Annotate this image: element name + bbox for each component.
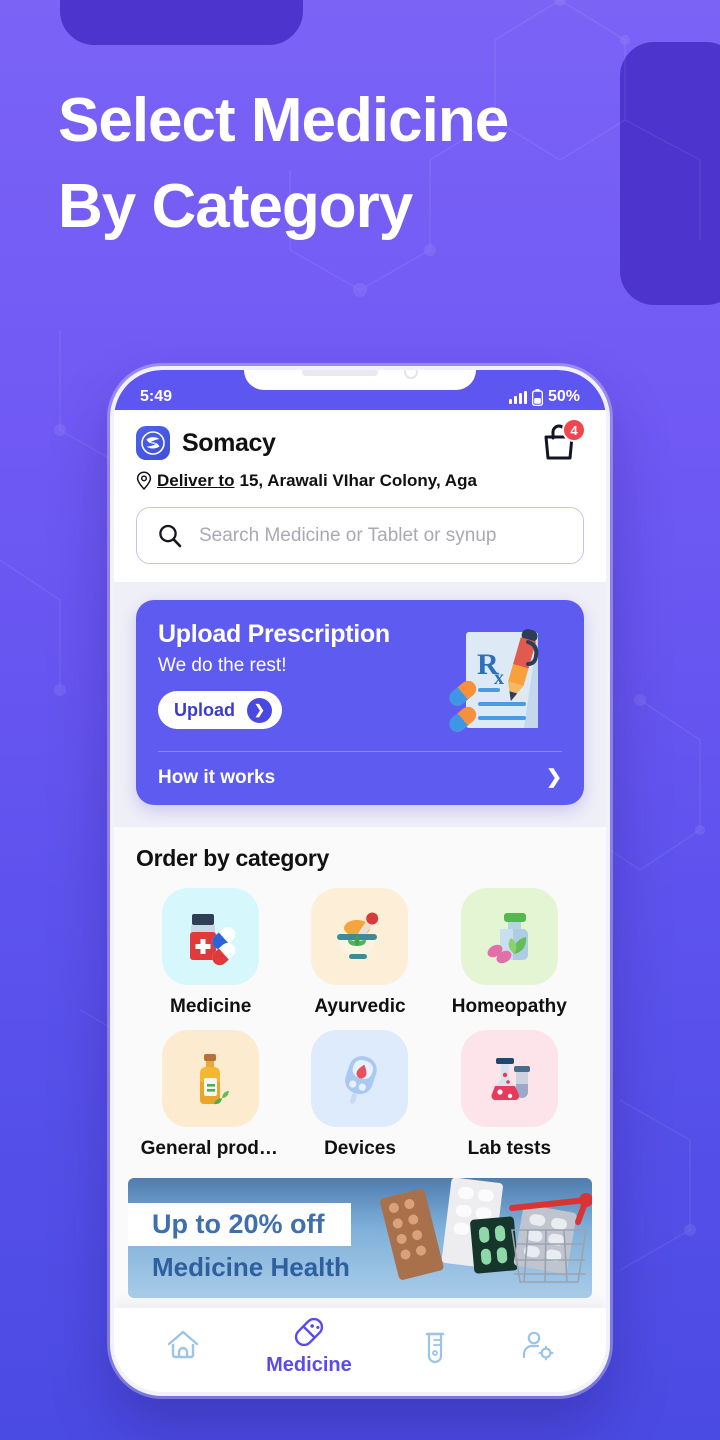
test-tube-icon	[425, 1332, 445, 1364]
category-item-medicine[interactable]: Medicine	[136, 888, 285, 1018]
deliver-to-label[interactable]: Deliver to	[157, 471, 234, 491]
medicine-bottle-pills-icon	[189, 913, 236, 965]
app-header: Somacy 4 Deliver to 15, Arawali VIhar Co…	[114, 410, 606, 501]
nav-item-lab-tests[interactable]	[416, 1326, 454, 1364]
nav-item-label: Medicine	[266, 1354, 352, 1376]
nav-item-medicine[interactable]: Medicine	[266, 1313, 352, 1377]
hero-heading: Select Medicine By Category	[58, 78, 698, 249]
app-brand-name: Somacy	[182, 428, 276, 457]
category-tile	[460, 888, 558, 985]
category-label: Devices	[324, 1138, 396, 1159]
speaker-grille-icon	[302, 370, 378, 376]
svg-text:x: x	[494, 667, 504, 689]
somacy-logo-icon	[136, 426, 170, 460]
chevron-right-circle-icon: ❯	[247, 697, 272, 723]
category-tile	[162, 1030, 260, 1127]
phone-notch	[244, 370, 476, 390]
glucometer-icon	[345, 1055, 377, 1104]
delivery-address-text: 15, Arawali VIhar Colony, Aga	[239, 471, 477, 490]
search-section: Search Medicine or Tablet or synup	[114, 501, 606, 582]
search-placeholder-text: Search Medicine or Tablet or synup	[199, 524, 497, 546]
phone-side-button-volume-up	[110, 585, 111, 645]
hero-line-1: Select Medicine	[58, 86, 509, 155]
category-item-general-products[interactable]: General produ...	[136, 1030, 285, 1160]
rx-prescription-pen-icon: R x	[449, 629, 539, 732]
search-icon	[159, 524, 182, 547]
lab-flask-tube-icon	[491, 1057, 531, 1100]
nav-item-home[interactable]	[164, 1326, 202, 1364]
phone-mockup: 5:49 50% Somacy 4 Deliver to 15, Arawali…	[110, 366, 610, 1396]
category-label: Homeopathy	[451, 996, 567, 1017]
category-label: General produ...	[140, 1138, 281, 1159]
category-item-homeopathy[interactable]: Homeopathy	[435, 888, 584, 1018]
nav-item-account-settings[interactable]	[518, 1326, 556, 1364]
chevron-right-icon: ❯	[546, 767, 562, 788]
promo-subtitle: Medicine Health	[152, 1252, 350, 1282]
phone-side-button-volume-down	[110, 670, 111, 730]
upload-prescription-card[interactable]: R x Upload Prescription We do the rest! …	[136, 600, 584, 805]
status-bar: 5:49 50%	[114, 370, 606, 410]
how-it-works-label: How it works	[158, 766, 276, 788]
phone-screen: 5:49 50% Somacy 4 Deliver to 15, Arawali…	[114, 370, 606, 1392]
promo-banner[interactable]: Up to 20% off Medicine Health	[128, 1178, 592, 1298]
category-tile	[311, 888, 409, 985]
category-heading: Order by category	[136, 845, 330, 871]
category-item-ayurvedic[interactable]: Ayurvedic	[285, 888, 434, 1018]
category-label: Lab tests	[467, 1138, 552, 1159]
battery-percentage: 50%	[547, 388, 580, 405]
medicine-cart-photo	[380, 1178, 592, 1283]
hero-line-2: By Category	[58, 171, 413, 241]
category-tile	[162, 888, 260, 985]
signal-bars-icon	[508, 390, 527, 404]
herbal-bottle-leaf-icon	[487, 912, 529, 963]
delivery-address-row[interactable]: Deliver to 15, Arawali VIhar Colony, Aga	[136, 471, 584, 491]
category-tile	[311, 1030, 409, 1127]
promo-title: Up to 20% off	[128, 1203, 351, 1246]
search-input[interactable]: Search Medicine or Tablet or synup	[136, 507, 584, 564]
bottom-navigation-bar: Medicine	[114, 1308, 606, 1392]
cart-count-badge: 4	[562, 418, 586, 442]
prescription-section: R x Upload Prescription We do the rest! …	[114, 582, 606, 827]
category-item-devices[interactable]: Devices	[285, 1030, 434, 1160]
capsule-pill-icon	[294, 1317, 324, 1347]
brand-row: Somacy 4	[136, 418, 586, 464]
decorative-shape-top-left	[60, 0, 303, 45]
mortar-pestle-herbs-icon	[336, 912, 379, 959]
front-camera-icon	[404, 370, 418, 379]
home-icon	[167, 1330, 199, 1359]
location-pin-icon	[136, 471, 152, 491]
oil-bottle-icon	[199, 1053, 229, 1104]
promo-banner-section: Up to 20% off Medicine Health	[114, 1160, 606, 1298]
how-it-works-row[interactable]: How it works ❯	[158, 752, 562, 805]
category-item-lab-tests[interactable]: Lab tests	[435, 1030, 584, 1160]
category-grid: Medicine Ayurvedic Homeopathy General pr…	[136, 888, 584, 1160]
upload-button-label: Upload	[174, 699, 235, 720]
category-section: Order by category Medicine Ayurvedic Hom…	[114, 827, 606, 1160]
battery-icon	[531, 388, 543, 406]
category-label: Medicine	[170, 996, 252, 1017]
category-label: Ayurvedic	[314, 996, 406, 1017]
upload-button[interactable]: Upload ❯	[158, 691, 282, 729]
user-settings-icon	[522, 1331, 554, 1361]
category-tile	[460, 1030, 558, 1127]
status-indicators: 50%	[508, 388, 580, 406]
status-time: 5:49	[140, 388, 173, 405]
cart-button[interactable]: 4	[538, 418, 586, 464]
